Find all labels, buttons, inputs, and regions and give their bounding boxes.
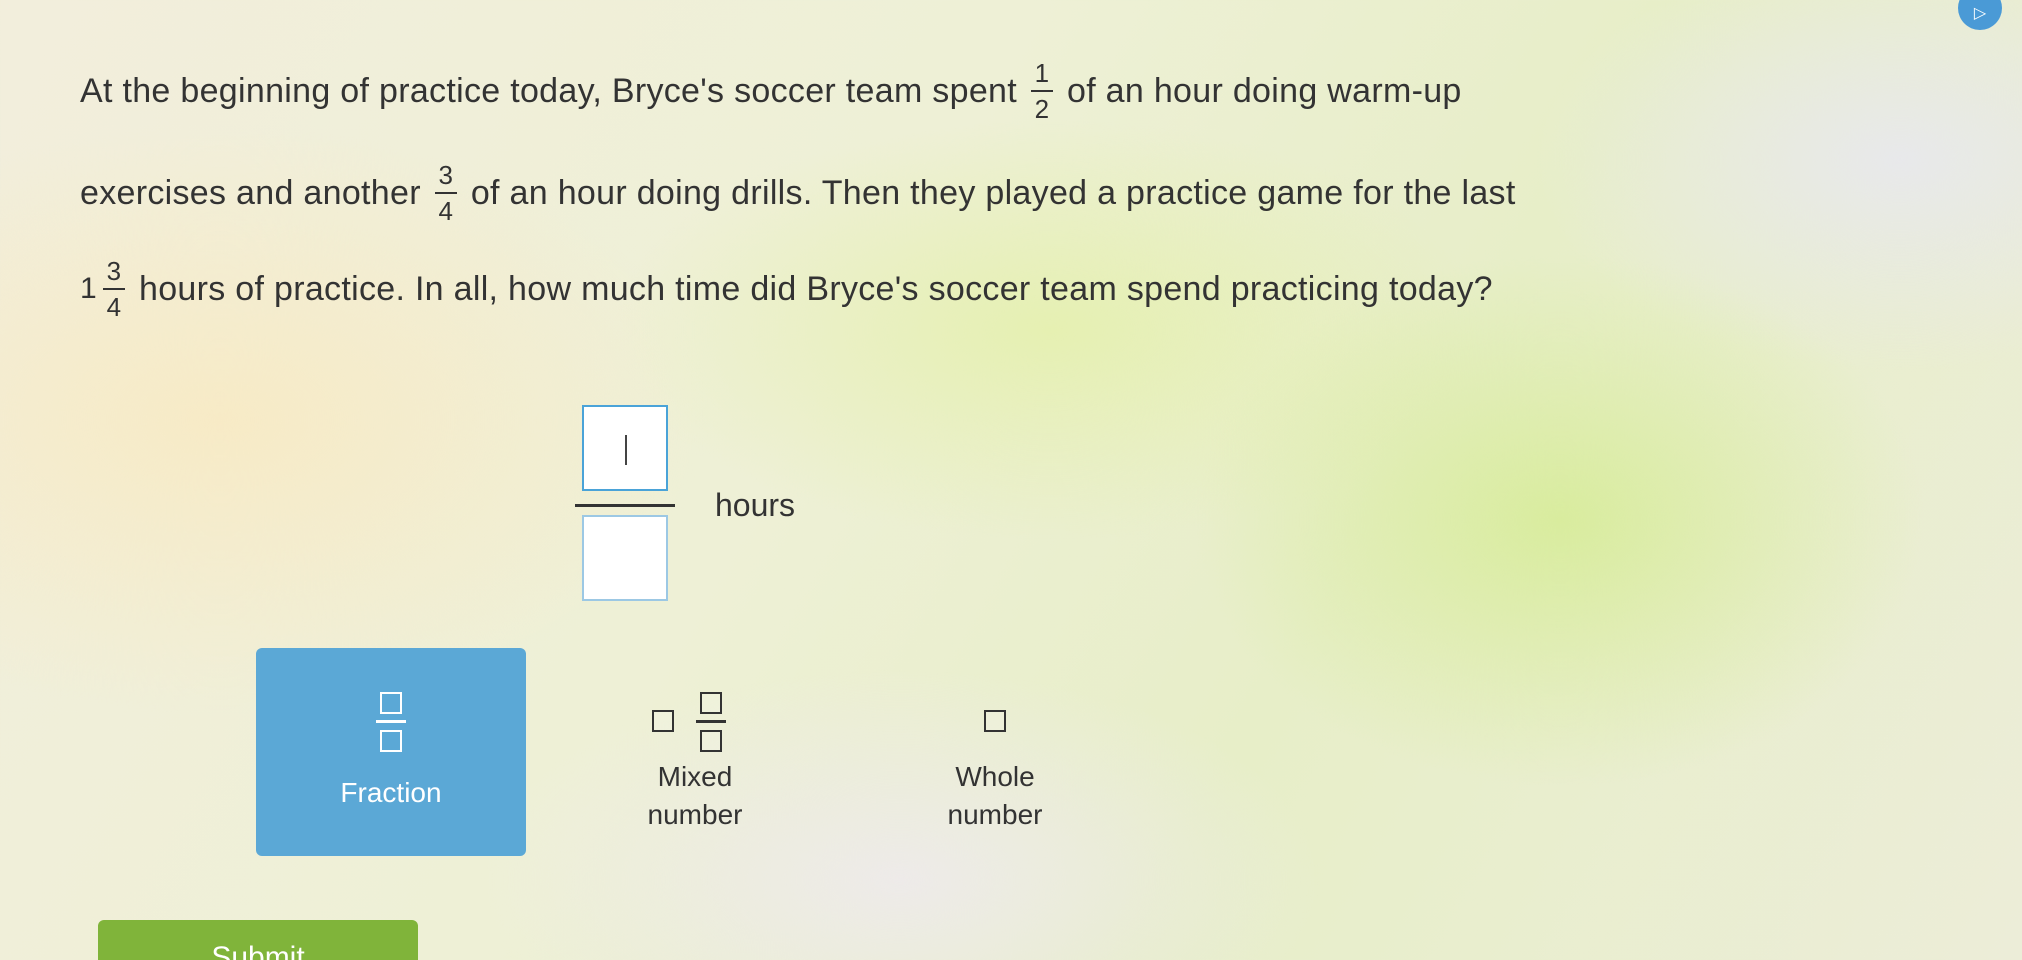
question-text-part: exercises and another [80,173,421,212]
whole-number-label: Whole number [860,758,1130,834]
denominator-box-icon [380,730,402,752]
mixed-label-line-1: Mixed [657,761,733,792]
question-line-1: At the beginning of practice today, Bryc… [80,60,1462,122]
corner-badge[interactable]: ▷ [1958,0,2002,30]
numerator-box-icon [700,692,722,714]
answer-fraction-bar [575,504,675,507]
text-cursor [625,435,627,465]
question-text-part: of an hour doing warm-up [1066,71,1462,110]
fraction-label: Fraction [340,777,442,808]
question-line-2: exercises and another 3 4 of an hour doi… [80,162,1516,224]
question-text-part: of an hour doing drills. Then they playe… [470,173,1516,212]
numerator-box-icon [380,692,402,714]
whole-label-line-2: number [947,799,1043,830]
fraction-three-fourths: 3 4 [434,160,457,226]
mixed-number-label: Mixed number [560,758,830,834]
play-icon: ▷ [1973,5,1987,22]
mixed-label-line-2: number [647,799,743,830]
fraction-numerator: 3 [106,256,122,286]
fraction-denominator: 4 [438,196,454,226]
fraction-numerator: 3 [438,160,454,190]
mixed-number-whole: 1 [80,272,97,305]
fraction-numerator: 1 [1034,58,1050,88]
question-text-part: hours of practice. In all, how much time… [139,269,1493,308]
mixed-number-icon [560,676,830,756]
fraction-denominator: 2 [1034,94,1050,124]
whole-number-type-button[interactable]: Whole number [860,648,1130,856]
question-line-3: 1 3 4 hours of practice. In all, how muc… [80,258,1493,320]
fraction-denominator: 4 [106,292,122,322]
whole-number-icon [860,676,1130,756]
mixed-number-type-button[interactable]: Mixed number [560,648,830,856]
whole-label-line-1: Whole [955,761,1035,792]
denominator-box-icon [700,730,722,752]
answer-fraction [575,405,675,605]
whole-box-icon [984,710,1006,732]
numerator-input[interactable] [582,405,668,491]
fraction-icon [256,676,526,756]
fraction-one-half: 1 2 [1030,58,1053,124]
question-text-part: At the beginning of practice today, Bryc… [80,71,1017,110]
submit-button[interactable]: Submit [98,920,418,960]
fraction-type-button[interactable]: Fraction [256,648,526,856]
mixed-number-fraction: 3 4 [103,258,125,320]
denominator-input[interactable] [582,515,668,601]
whole-box-icon [652,710,674,732]
fraction-bar-icon [696,720,726,723]
answer-unit: hours [715,487,796,523]
fraction-bar-icon [376,720,406,723]
